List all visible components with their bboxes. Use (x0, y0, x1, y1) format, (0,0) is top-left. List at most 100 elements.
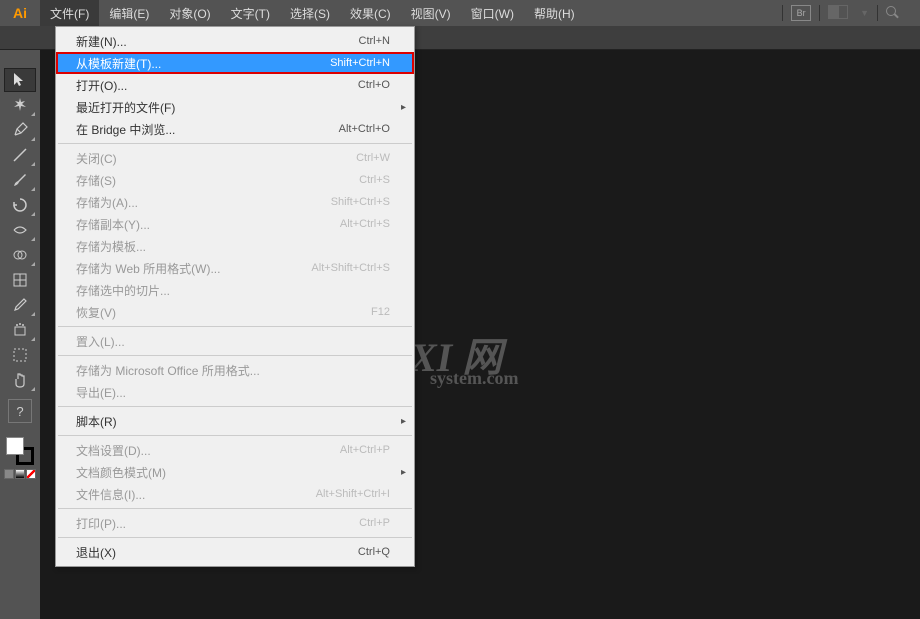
menu-item-shortcut: Alt+Ctrl+P (340, 444, 390, 456)
menu-item-bridge[interactable]: 在 Bridge 中浏览... Alt+Ctrl+O (56, 118, 414, 140)
menu-effect[interactable]: 效果(C) (340, 0, 401, 26)
menu-item-shortcut: Ctrl+N (359, 35, 390, 47)
mesh-tool[interactable] (4, 268, 36, 292)
menu-item-label: 文档设置(D)... (76, 442, 151, 459)
menubar-right: Br ▼ (782, 5, 920, 21)
menu-item-label: 退出(X) (76, 544, 116, 561)
menu-item-label: 存储为 Web 所用格式(W)... (76, 260, 220, 277)
eyedropper-tool[interactable] (4, 293, 36, 317)
menu-item-label: 新建(N)... (76, 33, 127, 50)
menubar: Ai 文件(F) 编辑(E) 对象(O) 文字(T) 选择(S) 效果(C) 视… (0, 0, 920, 26)
menu-item-label: 导出(E)... (76, 384, 126, 401)
shape-builder-tool[interactable] (4, 243, 36, 267)
menu-item-label: 存储选中的切片... (76, 282, 170, 299)
menu-item-f[interactable]: 最近打开的文件(F) (56, 96, 414, 118)
bridge-icon[interactable]: Br (791, 5, 811, 21)
menu-item-webw: 存储为 Web 所用格式(W)... Alt+Shift+Ctrl+S (56, 257, 414, 279)
menu-item-m: 文档颜色模式(M) (56, 461, 414, 483)
menu-separator (58, 326, 412, 327)
menu-item-x[interactable]: 退出(X) Ctrl+Q (56, 541, 414, 563)
menu-item-o[interactable]: 打开(O)... Ctrl+O (56, 74, 414, 96)
menu-item-label: 存储为模板... (76, 238, 146, 255)
menu-separator (58, 435, 412, 436)
menu-item-l: 置入(L)... (56, 330, 414, 352)
file-menu-dropdown: 新建(N)... Ctrl+N 从模板新建(T)... Shift+Ctrl+N 打开(… (55, 26, 415, 567)
menu-separator (58, 355, 412, 356)
menu-item-: 存储为模板... (56, 235, 414, 257)
app-logo: Ai (0, 0, 40, 26)
line-tool[interactable] (4, 143, 36, 167)
menu-item-r[interactable]: 脚本(R) (56, 410, 414, 432)
menu-items: 文件(F) 编辑(E) 对象(O) 文字(T) 选择(S) 效果(C) 视图(V… (40, 0, 585, 26)
menu-item-shortcut: Shift+Ctrl+S (331, 196, 390, 208)
watermark-sub: system.com (430, 368, 518, 389)
menu-item-c: 关闭(C) Ctrl+W (56, 147, 414, 169)
menu-text[interactable]: 文字(T) (221, 0, 280, 26)
menu-object[interactable]: 对象(O) (159, 0, 220, 26)
menu-item-shortcut: Alt+Ctrl+O (339, 123, 390, 135)
menu-item-d: 文档设置(D)... Alt+Ctrl+P (56, 439, 414, 461)
help-button[interactable]: ? (8, 399, 32, 423)
menu-separator (58, 406, 412, 407)
none-mode-swatch[interactable] (26, 469, 36, 479)
color-mode-swatch[interactable] (4, 469, 14, 479)
menu-item-label: 置入(L)... (76, 333, 125, 350)
hand-tool[interactable] (4, 368, 36, 392)
menu-item-shortcut: Alt+Ctrl+S (340, 218, 390, 230)
menu-item-shortcut: F12 (371, 306, 390, 318)
menu-item-label: 文件信息(I)... (76, 486, 145, 503)
color-swatches (0, 433, 40, 483)
brush-tool[interactable] (4, 168, 36, 192)
menu-help[interactable]: 帮助(H) (524, 0, 585, 26)
toolbar: ? (0, 50, 40, 619)
menu-item-shortcut: Alt+Shift+Ctrl+I (316, 488, 390, 500)
menu-item-s: 存储(S)Ctrl+S (56, 169, 414, 191)
menu-item-label: 文档颜色模式(M) (76, 464, 166, 481)
menu-item-label: 存储为 Microsoft Office 所用格式... (76, 362, 260, 379)
menu-item-shortcut: Shift+Ctrl+N (330, 57, 390, 69)
menu-item-shortcut: Ctrl+O (358, 79, 390, 91)
fill-swatch[interactable] (6, 437, 24, 455)
menu-item-label: 脚本(R) (76, 413, 117, 430)
menu-window[interactable]: 窗口(W) (461, 0, 524, 26)
pen-tool[interactable] (4, 118, 36, 142)
symbol-tool[interactable] (4, 318, 36, 342)
fill-stroke-swatches[interactable] (6, 437, 34, 465)
menu-item-p: 打印(P)...Ctrl+P (56, 512, 414, 534)
menu-item-: 存储选中的切片... (56, 279, 414, 301)
menu-item-label: 在 Bridge 中浏览... (76, 121, 175, 138)
menu-item-n[interactable]: 新建(N)... Ctrl+N (56, 30, 414, 52)
width-tool[interactable] (4, 218, 36, 242)
menu-separator (58, 537, 412, 538)
magic-wand-tool[interactable] (4, 93, 36, 117)
menu-select[interactable]: 选择(S) (280, 0, 340, 26)
app-logo-text: Ai (13, 5, 27, 21)
menu-item-shortcut: Alt+Shift+Ctrl+S (311, 262, 390, 274)
search-icon[interactable] (886, 6, 900, 20)
menu-item-shortcut: Ctrl+W (356, 152, 390, 164)
menu-view[interactable]: 视图(V) (401, 0, 461, 26)
menu-edit[interactable]: 编辑(E) (99, 0, 159, 26)
menu-item-label: 关闭(C) (76, 150, 117, 167)
menu-item-label: 存储(S) (76, 172, 116, 189)
menu-item-a: 存储为(A)... Shift+Ctrl+S (56, 191, 414, 213)
menu-item-label: 恢复(V) (76, 304, 116, 321)
layout-icon[interactable] (828, 5, 852, 21)
menu-item-t[interactable]: 从模板新建(T)... Shift+Ctrl+N (56, 52, 414, 74)
menu-item-i: 文件信息(I)... Alt+Shift+Ctrl+I (56, 483, 414, 505)
menu-file[interactable]: 文件(F) (40, 0, 99, 26)
menu-item-y: 存储副本(Y)... Alt+Ctrl+S (56, 213, 414, 235)
menu-item-label: 打印(P)... (76, 515, 126, 532)
selection-tool[interactable] (4, 68, 36, 92)
menu-item-label: 存储为(A)... (76, 194, 138, 211)
menu-item-label: 打开(O)... (76, 77, 127, 94)
menu-item-label: 存储副本(Y)... (76, 216, 150, 233)
rotate-tool[interactable] (4, 193, 36, 217)
menu-separator (58, 508, 412, 509)
gradient-mode-swatch[interactable] (15, 469, 25, 479)
menu-separator (58, 143, 412, 144)
menu-item-v: 恢复(V) F12 (56, 301, 414, 323)
artboard-tool[interactable] (4, 343, 36, 367)
menu-item-label: 从模板新建(T)... (76, 55, 161, 72)
menu-item-shortcut: Ctrl+Q (358, 546, 390, 558)
